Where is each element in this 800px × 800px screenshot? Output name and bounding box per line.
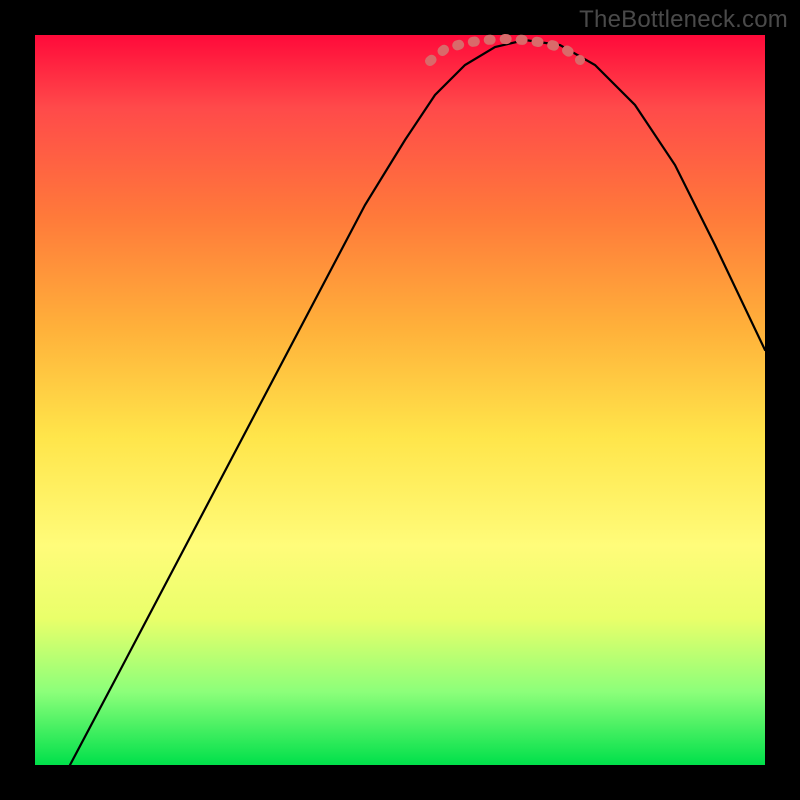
optimal-range-segment xyxy=(430,39,580,61)
bottleneck-curve xyxy=(70,40,765,765)
watermark-text: TheBottleneck.com xyxy=(579,6,788,34)
plot-area xyxy=(35,35,765,765)
chart-svg xyxy=(35,35,765,765)
chart-frame: TheBottleneck.com xyxy=(0,0,800,800)
